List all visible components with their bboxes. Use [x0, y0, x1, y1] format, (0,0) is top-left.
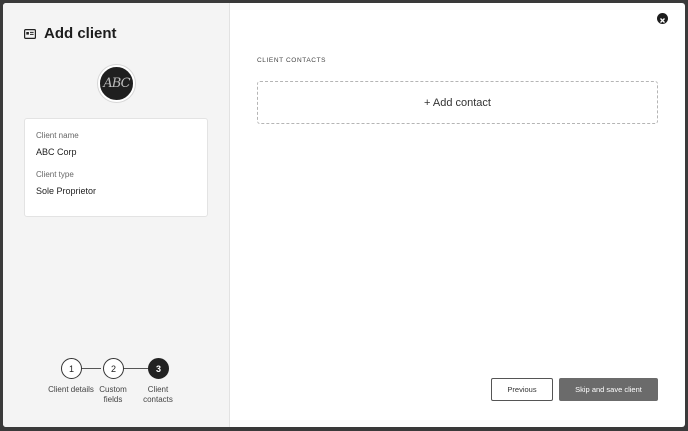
- close-button[interactable]: [657, 13, 668, 24]
- add-contact-button[interactable]: + Add contact: [257, 81, 658, 124]
- step-3-indicator[interactable]: 3: [148, 358, 169, 379]
- left-panel: Add client ABC Client name ABC Corp Clie…: [3, 3, 230, 427]
- step-connector: [80, 368, 101, 369]
- step-number: 2: [110, 363, 116, 374]
- step-number: 3: [155, 363, 161, 374]
- close-icon: [660, 18, 665, 23]
- add-client-dialog: Add client ABC Client name ABC Corp Clie…: [3, 3, 685, 427]
- step-3-label: Client contacts: [143, 385, 173, 404]
- id-card-icon: [24, 28, 36, 39]
- client-summary-card: Client name ABC Corp Client type Sole Pr…: [24, 118, 208, 217]
- step-1-label: Client details: [48, 385, 94, 394]
- dialog-title: Add client: [44, 25, 117, 42]
- step-number: 1: [68, 363, 74, 374]
- client-name-value: ABC Corp: [36, 147, 77, 157]
- skip-and-save-button[interactable]: Skip and save client: [559, 378, 658, 401]
- dialog-header: Add client: [24, 25, 117, 42]
- step-2-label: Custom fields: [99, 385, 127, 404]
- client-type-label: Client type: [36, 170, 74, 179]
- step-2-indicator[interactable]: 2: [103, 358, 124, 379]
- step-connector: [122, 368, 148, 369]
- progress-stepper: 1 2 3 Client details Custom fields Clien…: [48, 358, 189, 408]
- previous-button[interactable]: Previous: [491, 378, 553, 401]
- client-avatar: ABC: [98, 65, 135, 102]
- client-type-value: Sole Proprietor: [36, 186, 97, 196]
- client-contacts-heading: CLIENT CONTACTS: [257, 57, 327, 64]
- step-1-indicator[interactable]: 1: [61, 358, 82, 379]
- avatar-initials: ABC: [103, 76, 130, 91]
- client-name-label: Client name: [36, 131, 79, 140]
